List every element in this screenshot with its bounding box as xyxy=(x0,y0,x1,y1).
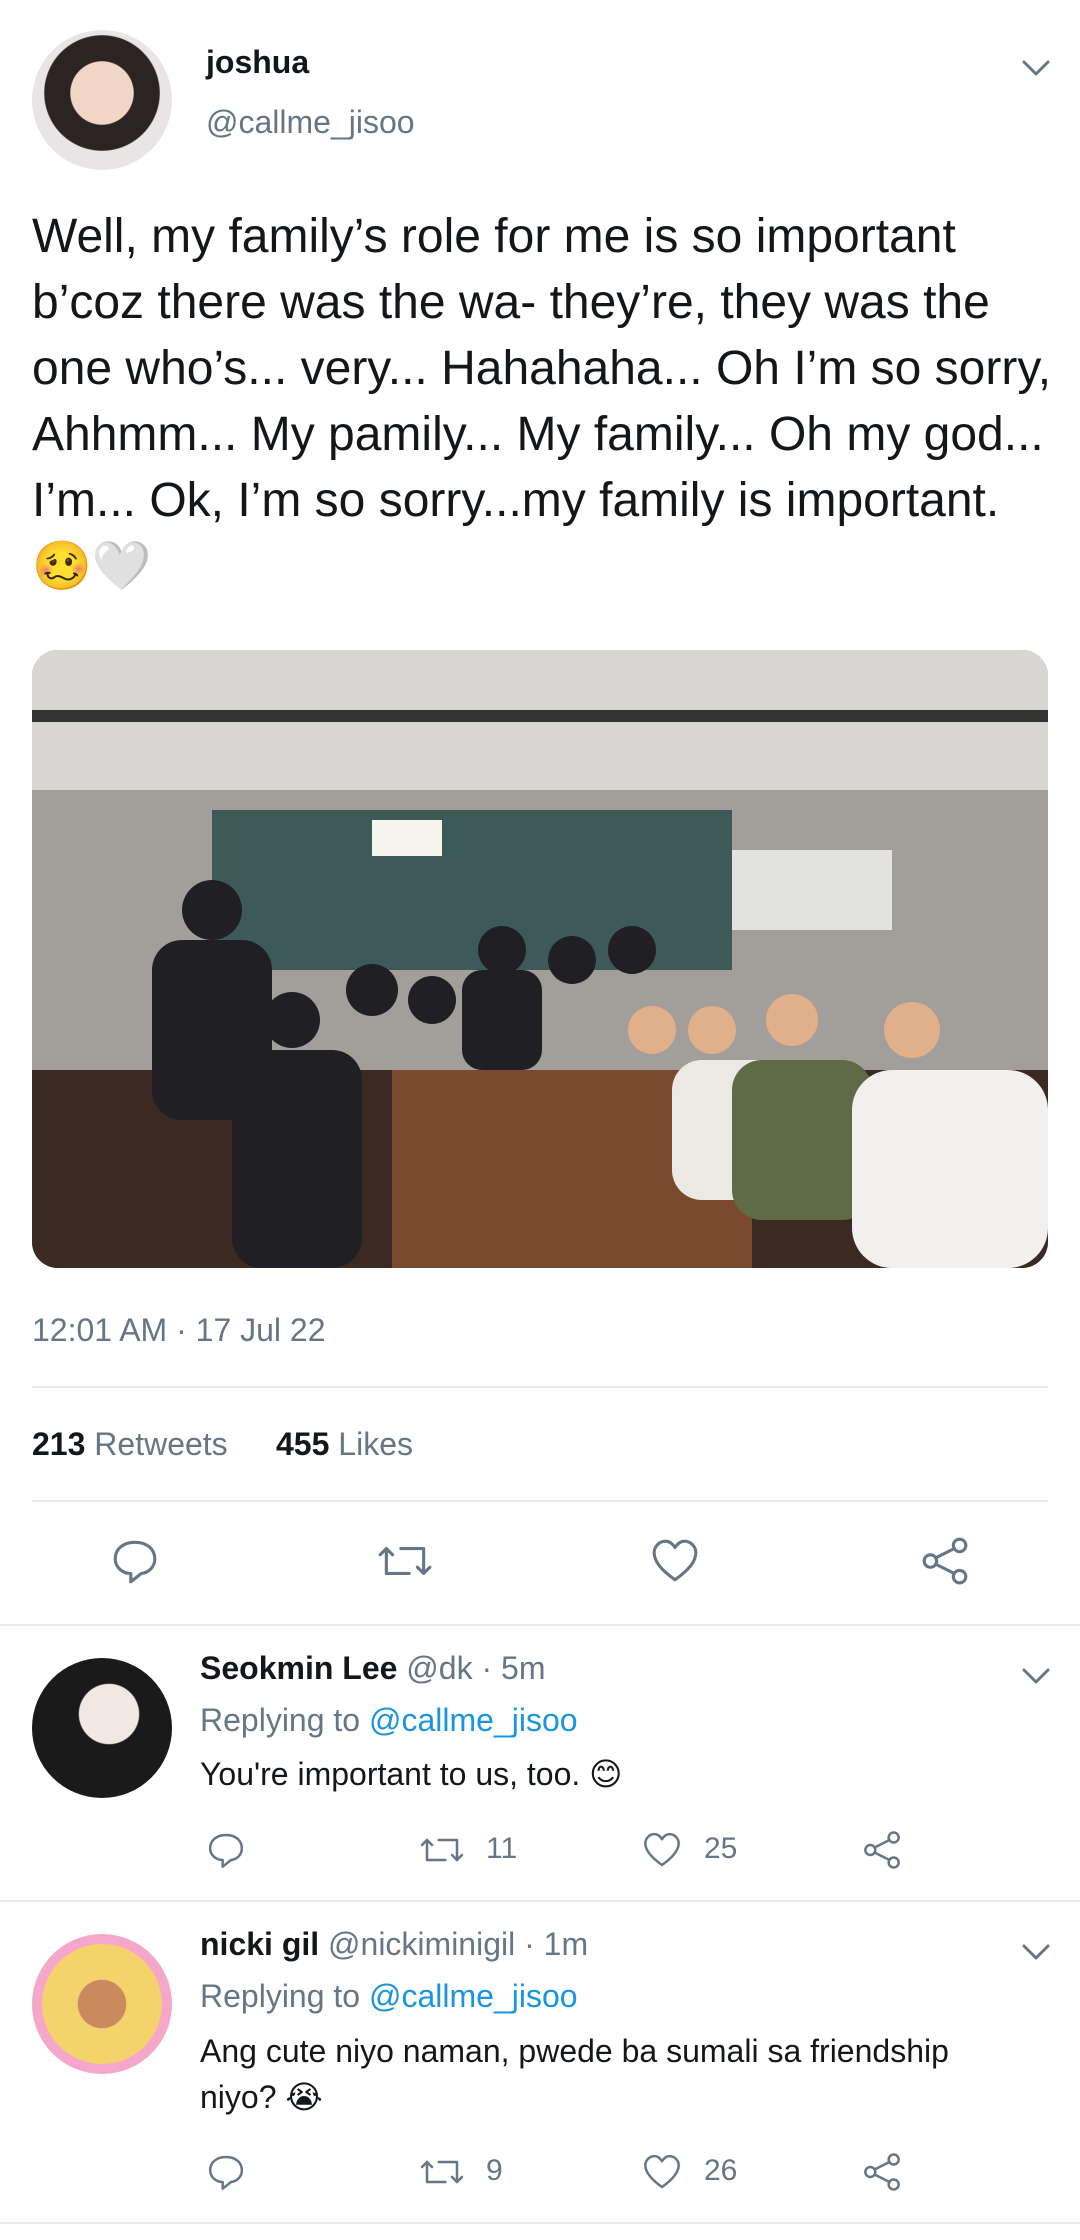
divider xyxy=(0,1624,1080,1626)
author-name[interactable]: joshua xyxy=(206,44,309,81)
author-avatar[interactable] xyxy=(32,30,172,170)
reply-icon[interactable] xyxy=(206,2152,246,2192)
chevron-down-icon[interactable] xyxy=(1018,56,1054,80)
divider xyxy=(32,1386,1048,1388)
divider xyxy=(0,2222,1080,2224)
reply-avatar[interactable] xyxy=(32,1934,172,2074)
retweet-icon[interactable] xyxy=(418,1830,466,1870)
replying-to: Replying to @callme_jisoo xyxy=(200,1978,578,2015)
reply-text: Ang cute niyo naman, pwede ba sumali sa … xyxy=(200,2033,949,2115)
like-icon[interactable] xyxy=(642,1830,682,1870)
tweet-text: Well, my family’s role for me is so impo… xyxy=(32,204,1052,600)
likes-count: 455 xyxy=(276,1426,330,1462)
reply-time: · 1m xyxy=(524,1926,589,1962)
likes-stat[interactable]: 455 Likes xyxy=(276,1426,413,1463)
retweets-label: Retweets xyxy=(94,1426,228,1462)
share-icon[interactable] xyxy=(862,1830,902,1870)
reply-header: Seokmin Lee @dk · 5m xyxy=(200,1650,545,1687)
chevron-down-icon[interactable] xyxy=(1018,1940,1054,1964)
like-icon[interactable] xyxy=(642,2152,682,2192)
tweet-text-body: Well, my family’s role for me is so impo… xyxy=(32,210,1052,527)
replying-handle[interactable]: @callme_jisoo xyxy=(369,1978,578,2014)
tweet-timestamp[interactable]: 12:01 AM · 17 Jul 22 xyxy=(32,1312,326,1349)
author-handle[interactable]: @callme_jisoo xyxy=(206,104,415,141)
retweets-count: 213 xyxy=(32,1426,86,1462)
reply-author-name[interactable]: nicki gil xyxy=(200,1926,319,1962)
reply-header: nicki gil @nickiminigil · 1m xyxy=(200,1926,588,1963)
tweet-photo[interactable] xyxy=(32,650,1048,1268)
share-icon[interactable] xyxy=(920,1536,970,1586)
like-icon[interactable] xyxy=(650,1536,700,1586)
reply-icon[interactable] xyxy=(206,1830,246,1870)
reply-retweet-count: 9 xyxy=(486,2154,503,2187)
reply-author-name[interactable]: Seokmin Lee xyxy=(200,1650,397,1686)
reply-retweet-count: 11 xyxy=(486,1832,518,1865)
chevron-down-icon[interactable] xyxy=(1018,1664,1054,1688)
reply-like-count: 26 xyxy=(704,2154,738,2187)
replying-handle[interactable]: @callme_jisoo xyxy=(369,1702,578,1738)
share-icon[interactable] xyxy=(862,2152,902,2192)
retweet-icon[interactable] xyxy=(376,1536,434,1586)
retweet-icon[interactable] xyxy=(418,2152,466,2192)
emoji-white-heart: 🤍 xyxy=(91,540,152,593)
reply-author-handle[interactable]: @nickiminigil xyxy=(328,1926,515,1962)
reply-like-count: 25 xyxy=(704,1832,738,1865)
retweets-stat[interactable]: 213 Retweets xyxy=(32,1426,228,1463)
replying-to: Replying to @callme_jisoo xyxy=(200,1702,578,1739)
reply-time: · 5m xyxy=(481,1650,546,1686)
photo-illustration xyxy=(32,650,1048,1268)
reply-avatar[interactable] xyxy=(32,1658,172,1798)
reply-text: You're important to us, too. 😊 xyxy=(200,1756,623,1792)
replying-label: Replying to xyxy=(200,1978,361,2014)
reply-icon[interactable] xyxy=(110,1536,160,1586)
emoji-woozy: 🥴 xyxy=(32,540,92,593)
divider xyxy=(0,1900,1080,1902)
replying-label: Replying to xyxy=(200,1702,361,1738)
divider xyxy=(32,1500,1048,1502)
reply-author-handle[interactable]: @dk xyxy=(406,1650,472,1686)
likes-label: Likes xyxy=(338,1426,413,1462)
